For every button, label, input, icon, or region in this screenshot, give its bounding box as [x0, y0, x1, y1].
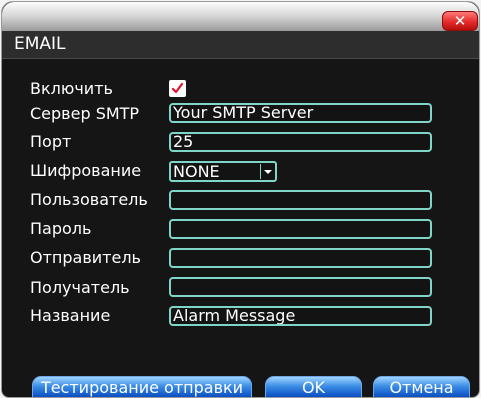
cancel-button[interactable]: Отмена [373, 376, 470, 397]
email-dialog: ✕ EMAIL Включить Сервер SMTP Your SMTP S… [1, 1, 480, 398]
close-button[interactable]: ✕ [442, 11, 478, 31]
test-send-button[interactable]: Тестирование отправки [32, 376, 252, 397]
port-field[interactable]: 25 [169, 132, 432, 152]
port-label: Порт [30, 132, 72, 151]
password-label: Пароль [30, 219, 92, 238]
ok-button[interactable]: OK [265, 376, 362, 397]
recipient-field[interactable] [169, 277, 432, 297]
user-field[interactable] [169, 190, 432, 210]
user-label: Пользователь [30, 190, 148, 209]
checkmark-icon [171, 82, 184, 94]
title-bar[interactable] [2, 2, 479, 31]
subject-field[interactable]: Alarm Message [169, 306, 432, 326]
dropdown-arrow-icon[interactable] [260, 164, 274, 179]
close-x-icon: ✕ [453, 12, 467, 30]
enable-label: Включить [30, 79, 113, 98]
encryption-label: Шифрование [30, 161, 142, 180]
smtp-server-field[interactable]: Your SMTP Server [169, 103, 432, 123]
sender-label: Отправитель [30, 248, 141, 267]
dialog-heading: EMAIL [14, 34, 66, 54]
dialog-heading-bar: EMAIL [2, 31, 479, 59]
recipient-label: Получатель [30, 278, 130, 297]
subject-label: Название [30, 306, 111, 325]
encryption-select[interactable]: NONE [169, 161, 277, 182]
smtp-server-label: Сервер SMTP [30, 104, 140, 123]
sender-field[interactable] [169, 248, 432, 268]
encryption-value: NONE [173, 162, 220, 181]
enable-checkbox[interactable] [169, 80, 186, 97]
password-field[interactable] [169, 219, 432, 239]
